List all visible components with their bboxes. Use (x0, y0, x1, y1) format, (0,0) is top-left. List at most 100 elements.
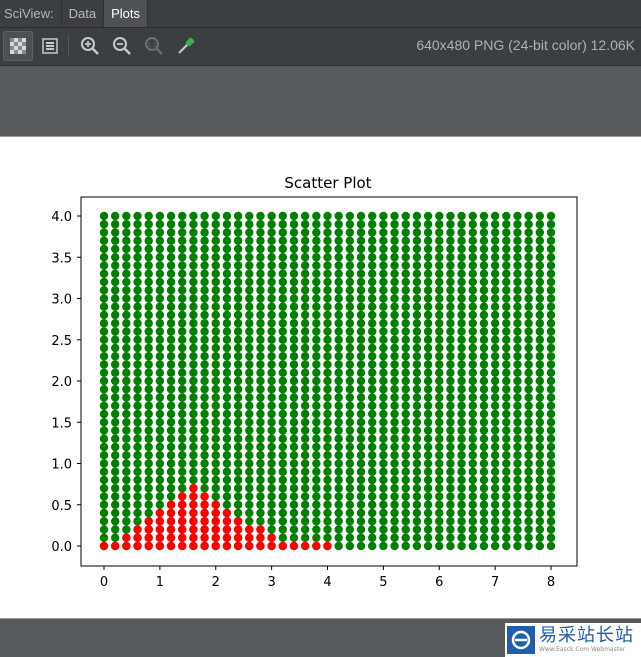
green-point (233, 426, 243, 435)
green-point (99, 467, 109, 476)
green-point (312, 343, 321, 353)
green-point (178, 277, 187, 287)
green-point (289, 517, 299, 526)
green-point (122, 269, 131, 278)
red-point (189, 517, 198, 526)
chessboard-toggle-button[interactable] (3, 31, 33, 61)
green-point (401, 302, 410, 311)
green-point (233, 269, 243, 278)
green-point (144, 459, 153, 468)
green-point (110, 236, 120, 245)
green-point (211, 244, 220, 254)
green-point (334, 484, 343, 493)
green-point (300, 368, 310, 377)
green-point (178, 319, 187, 328)
green-point (278, 434, 287, 443)
green-point (390, 368, 399, 377)
green-point (99, 385, 109, 394)
green-point (468, 310, 477, 320)
green-point (289, 467, 299, 476)
green-point (267, 492, 276, 501)
green-point (211, 335, 220, 344)
green-point (446, 327, 455, 336)
green-point (245, 302, 254, 311)
green-point (222, 475, 232, 485)
green-point (435, 286, 444, 295)
green-point (546, 492, 556, 501)
zoom-in-button[interactable] (76, 32, 104, 60)
green-point (502, 269, 511, 278)
green-point (546, 302, 556, 311)
green-point (345, 286, 355, 295)
green-point (457, 368, 466, 377)
green-point (390, 525, 399, 534)
green-point (390, 451, 399, 460)
green-point (479, 484, 489, 493)
actual-size-button[interactable]: 1:1 (140, 32, 168, 60)
green-point (356, 385, 366, 394)
fit-to-frame-button[interactable] (36, 32, 64, 60)
green-point (412, 451, 422, 460)
green-point (412, 484, 422, 493)
green-point (446, 492, 455, 501)
green-point (524, 508, 533, 518)
tab-plots[interactable]: Plots (104, 0, 148, 27)
green-point (401, 508, 410, 518)
green-point (379, 343, 388, 353)
green-point (423, 500, 433, 509)
green-point (468, 343, 477, 353)
green-point (379, 442, 388, 452)
green-point (423, 434, 433, 443)
green-point (390, 541, 399, 551)
green-point (513, 269, 522, 278)
green-point (479, 409, 489, 419)
green-point (490, 286, 500, 295)
green-point (446, 253, 455, 262)
green-point (502, 302, 511, 311)
red-point (211, 508, 220, 518)
green-point (435, 409, 444, 419)
green-point (490, 467, 500, 476)
green-point (479, 319, 489, 328)
green-point (535, 286, 545, 295)
green-point (368, 409, 377, 419)
green-point (435, 343, 444, 353)
green-point (479, 343, 489, 353)
green-point (468, 434, 477, 443)
tab-data[interactable]: Data (62, 0, 105, 27)
green-point (155, 335, 165, 344)
green-point (401, 360, 410, 369)
zoom-out-button[interactable] (108, 32, 136, 60)
green-point (233, 368, 243, 377)
green-point (356, 236, 366, 245)
green-point (412, 393, 422, 402)
green-point (110, 525, 120, 534)
green-point (479, 286, 489, 295)
checkerboard-icon (10, 38, 26, 54)
color-picker-button[interactable] (172, 32, 200, 60)
green-point (513, 277, 522, 287)
green-point (200, 294, 209, 303)
green-point (457, 228, 466, 237)
green-point (368, 261, 377, 270)
green-point (222, 385, 232, 394)
green-point (144, 327, 153, 336)
green-point (368, 393, 377, 402)
green-point (401, 211, 410, 221)
green-point (312, 244, 321, 254)
green-point (535, 253, 545, 262)
red-point (222, 533, 232, 542)
green-point (446, 409, 455, 419)
green-point (423, 220, 433, 229)
green-point (490, 244, 500, 254)
green-point (546, 442, 556, 452)
green-point (312, 302, 321, 311)
green-point (189, 335, 198, 344)
green-point (267, 500, 276, 509)
green-point (502, 475, 511, 485)
green-point (423, 525, 433, 534)
green-point (457, 286, 466, 295)
green-point (468, 467, 477, 476)
green-point (379, 533, 388, 542)
green-point (435, 517, 444, 526)
